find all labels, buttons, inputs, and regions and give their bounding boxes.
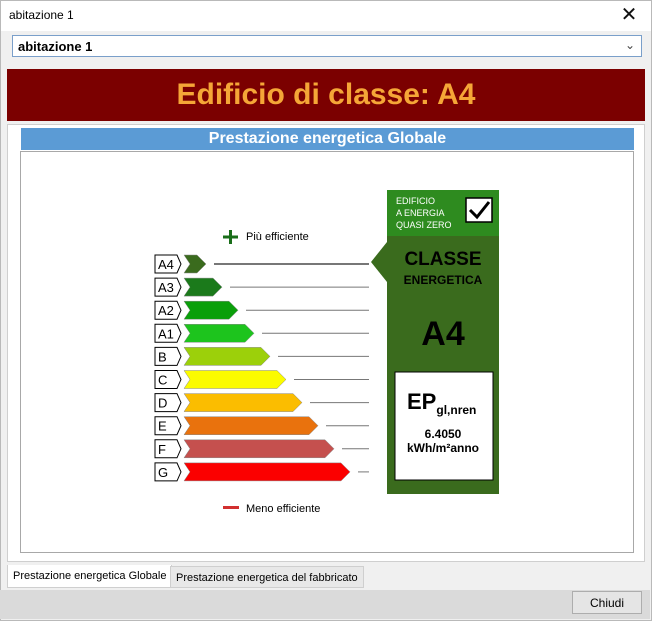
energy-label-graphic: A4 A3 A2 A1 BCDEFG Più efficiente Meno effic… <box>154 190 499 515</box>
plus-icon-bar <box>223 235 238 239</box>
classe-value: A4 <box>421 315 465 353</box>
class-row-e: E <box>154 416 369 436</box>
class-arrow-a2 <box>183 300 239 320</box>
class-label: A3 <box>158 280 174 295</box>
class-arrow-c <box>183 370 287 389</box>
tab-global[interactable]: Prestazione energetica Globale <box>7 565 173 588</box>
less-efficient-label: Meno efficiente <box>246 503 320 515</box>
class-row-a1: A1 <box>154 323 369 343</box>
class-arrow-d <box>183 393 303 412</box>
class-badge: EDIFICIO A ENERGIA QUASI ZERO CLASSE ENE… <box>371 190 499 494</box>
class-row-a3: A3 <box>154 277 369 297</box>
class-arrow-e <box>183 416 319 435</box>
minus-icon <box>223 506 239 509</box>
class-label: B <box>158 349 167 364</box>
class-arrow-b <box>183 347 271 366</box>
nzeb-line-3: QUASI ZERO <box>396 220 452 230</box>
tab-strip: Prestazione energetica Globale Prestazio… <box>7 565 645 588</box>
more-efficient-label: Più efficiente <box>246 231 309 243</box>
bottom-bar <box>0 590 650 619</box>
class-label: G <box>158 465 168 480</box>
class-label: A4 <box>158 257 174 272</box>
class-arrow-f <box>183 439 335 459</box>
class-arrow-g <box>183 462 351 482</box>
class-label: C <box>158 373 167 388</box>
less-efficient-legend: Meno efficiente <box>223 503 320 515</box>
class-label: D <box>158 396 167 411</box>
class-row-f: F <box>154 439 369 459</box>
class-label: F <box>158 442 166 457</box>
class-label: A2 <box>158 303 174 318</box>
class-row-d: D <box>154 393 369 413</box>
class-arrow-a4 <box>183 254 207 274</box>
classe-subtitle: ENERGETICA <box>404 273 483 287</box>
nzeb-line-2: A ENERGIA <box>396 208 445 218</box>
ep-unit: kWh/m²anno <box>407 441 479 455</box>
nzeb-line-1: EDIFICIO <box>396 196 435 206</box>
ep-subscript: gl,nren <box>436 403 476 417</box>
class-row-g: G <box>154 462 369 482</box>
class-row-a4: A4 <box>154 254 369 274</box>
classe-title: CLASSE <box>404 249 481 270</box>
class-row-b: B <box>154 346 369 366</box>
class-row-a2: A2 <box>154 300 369 320</box>
tab-building[interactable]: Prestazione energetica del fabbricato <box>170 566 364 588</box>
more-efficient-legend: Più efficiente <box>223 230 309 244</box>
close-button[interactable]: Chiudi <box>572 591 642 614</box>
class-arrow-a1 <box>183 324 255 343</box>
ep-value: 6.4050 <box>425 427 462 441</box>
badge-pointer <box>371 242 387 282</box>
class-arrow-a3 <box>183 277 223 297</box>
class-row-c: C <box>154 370 369 389</box>
class-label: E <box>158 419 167 434</box>
class-label: A1 <box>158 326 174 341</box>
ep-main: EP <box>407 389 436 414</box>
